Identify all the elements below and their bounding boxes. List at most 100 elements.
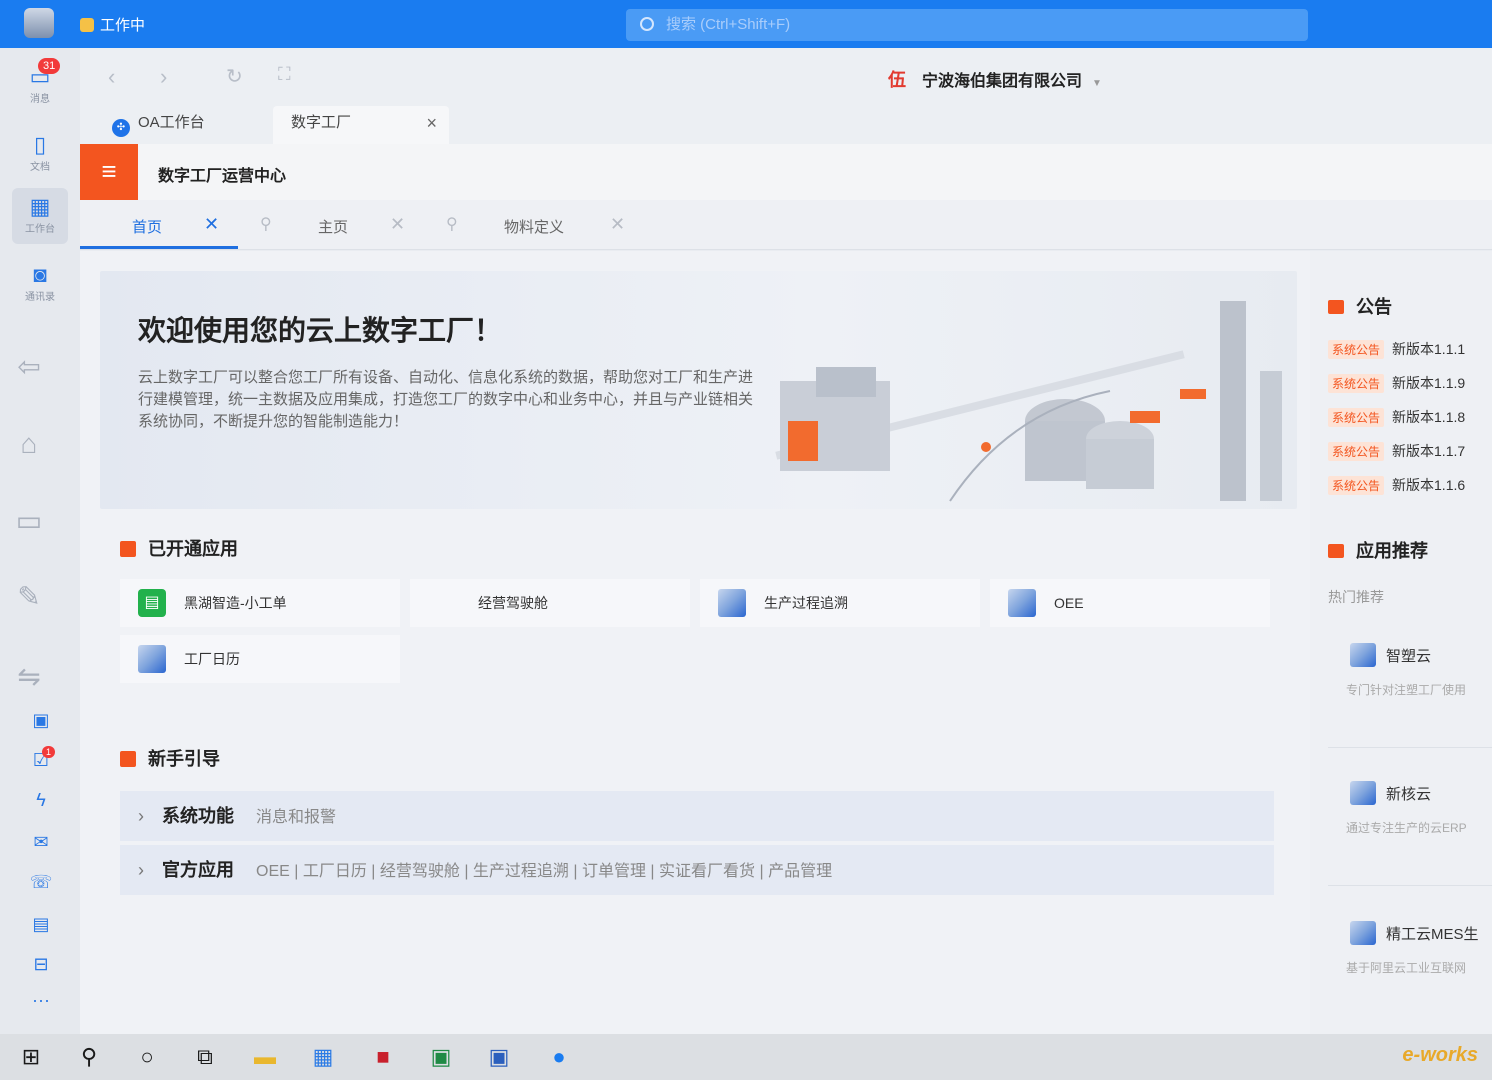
tab-oa-workbench[interactable]: ✣ OA工作台 bbox=[98, 106, 268, 144]
chevron-right-icon: › bbox=[138, 806, 144, 826]
notice-item[interactable]: 系统公告 新版本1.1.8 bbox=[1328, 407, 1465, 427]
app-icon bbox=[138, 645, 166, 673]
page-tabs: 首页 ✕ ⚲ 主页 ✕ ⚲ 物料定义 ✕ bbox=[80, 200, 1492, 250]
nav-bar: ‹ › ↻ ⛶ 伍宁波海伯集团有限公司 ▼ bbox=[80, 48, 1492, 106]
app-card-factory-calendar[interactable]: 工厂日历 bbox=[120, 635, 400, 683]
app-icon bbox=[1008, 589, 1036, 617]
tab-home[interactable]: 首页 bbox=[132, 216, 162, 237]
right-panel: 公告 系统公告 新版本1.1.1 系统公告 新版本1.1.9 系统公告 新版本1.1.… bbox=[1310, 251, 1492, 1034]
divider bbox=[1328, 747, 1492, 748]
active-tab-indicator bbox=[80, 246, 238, 249]
apps-icon bbox=[120, 541, 136, 557]
company-logo-icon: 伍 bbox=[888, 70, 906, 90]
phone-icon[interactable]: ☏ bbox=[28, 872, 54, 898]
os-taskbar: ⊞ ⚲ ○ ⧉ ▬ ▦ ■ ▣ ▣ ● e-works bbox=[0, 1034, 1492, 1080]
divider bbox=[1328, 885, 1492, 886]
page-title: 数字工厂运营中心 bbox=[158, 168, 287, 185]
app-header: ≡ 数字工厂运营中心 bbox=[80, 144, 1492, 200]
notice-item[interactable]: 系统公告 新版本1.1.7 bbox=[1328, 441, 1465, 461]
tab-main[interactable]: 主页 bbox=[318, 216, 348, 237]
calculator-icon[interactable]: ▦ bbox=[308, 1042, 338, 1072]
document-icon: ▯ bbox=[33, 132, 47, 157]
hamburger-menu-icon[interactable]: ≡ bbox=[80, 144, 138, 200]
company-switcher[interactable]: 伍宁波海伯集团有限公司 ▼ bbox=[888, 66, 1102, 91]
oa-icon: ✣ bbox=[112, 119, 130, 137]
solidworks-icon[interactable]: ■ bbox=[368, 1042, 398, 1072]
app-icon: ▤ bbox=[138, 589, 166, 617]
notice-title: 公告 bbox=[1328, 293, 1392, 319]
mail-icon[interactable]: ✉ bbox=[28, 832, 54, 858]
close-icon[interactable]: ✕ bbox=[610, 214, 625, 235]
close-icon[interactable]: ✕ bbox=[204, 214, 219, 235]
todo-badge: 1 bbox=[42, 746, 56, 758]
apps-section-title: 已开通应用 bbox=[120, 535, 238, 561]
app-icon bbox=[1350, 921, 1376, 945]
pin-icon[interactable]: ⚲ bbox=[260, 214, 272, 234]
title-bar: 工作中 搜索 (Ctrl+Shift+F) bbox=[0, 0, 1492, 48]
excel-icon[interactable]: ▣ bbox=[426, 1042, 456, 1072]
search-icon bbox=[640, 17, 654, 31]
refresh-icon[interactable]: ↻ bbox=[226, 64, 243, 89]
todo-icon[interactable]: ☑ 1 bbox=[28, 746, 56, 776]
calendar-icon[interactable]: ▣ bbox=[28, 710, 54, 736]
rail-item-contacts[interactable]: ◙ 通讯录 bbox=[12, 256, 68, 312]
app-icon bbox=[1350, 643, 1376, 667]
app-card-cockpit[interactable]: 经营驾驶舱 bbox=[410, 579, 690, 627]
unread-badge: 31 bbox=[38, 58, 61, 74]
windows-start-icon[interactable]: ⊞ bbox=[16, 1042, 46, 1072]
car-icon[interactable]: ⇋ bbox=[12, 660, 46, 694]
back-icon[interactable]: ‹ bbox=[108, 64, 115, 90]
app-card-traceability[interactable]: 生产过程追溯 bbox=[700, 579, 980, 627]
status-icon bbox=[80, 18, 94, 32]
banner-title: 欢迎使用您的云上数字工厂！ bbox=[138, 315, 503, 346]
guide-row-official-apps[interactable]: › 官方应用 OEE | 工厂日历 | 经营驾驶舱 | 生产过程追溯 | 订单管理 … bbox=[120, 845, 1274, 895]
recommend-card[interactable]: 智塑云 专门针对注塑工厂使用 bbox=[1328, 639, 1492, 759]
file-explorer-icon[interactable]: ▬ bbox=[250, 1042, 280, 1072]
rail-item-workbench[interactable]: ▦ 工作台 bbox=[12, 188, 68, 244]
notice-icon bbox=[1328, 300, 1344, 314]
app-card-oee[interactable]: OEE bbox=[990, 579, 1270, 627]
welcome-banner: 欢迎使用您的云上数字工厂！ 云上数字工厂可以整合您工厂所有设备、自动化、信息化系… bbox=[100, 271, 1297, 509]
tab-digital-factory[interactable]: 数字工厂 × bbox=[273, 106, 449, 144]
pencil-icon[interactable]: ✎ bbox=[12, 580, 46, 614]
main-content: 欢迎使用您的云上数字工厂！ 云上数字工厂可以整合您工厂所有设备、自动化、信息化系… bbox=[80, 251, 1310, 1034]
lightning-icon[interactable]: ϟ bbox=[28, 790, 54, 816]
avatar[interactable] bbox=[24, 8, 54, 38]
form-icon[interactable]: ▤ bbox=[28, 914, 54, 940]
rail-item-messages[interactable]: ▭ 消息 31 bbox=[12, 58, 68, 114]
contacts-icon: ◙ bbox=[33, 262, 47, 287]
search-icon[interactable]: ⚲ bbox=[74, 1042, 104, 1072]
recommend-card[interactable]: 精工云MES生 基于阿里云工业互联网 bbox=[1328, 917, 1492, 1037]
fullscreen-icon[interactable]: ⛶ bbox=[278, 64, 291, 85]
back-arrow-icon[interactable]: ⇦ bbox=[12, 350, 46, 384]
grid-icon: ▦ bbox=[29, 194, 51, 219]
global-search-input[interactable]: 搜索 (Ctrl+Shift+F) bbox=[626, 9, 1308, 41]
app-icon bbox=[718, 589, 746, 617]
presence-status[interactable]: 工作中 bbox=[80, 14, 145, 35]
guide-icon bbox=[120, 751, 136, 767]
recommend-card[interactable]: 新核云 通过专注生产的云ERP bbox=[1328, 777, 1492, 897]
word-icon[interactable]: ▣ bbox=[484, 1042, 514, 1072]
rail-item-docs[interactable]: ▯ 文档 bbox=[12, 126, 68, 182]
close-icon[interactable]: × bbox=[426, 106, 437, 140]
lark-app-icon[interactable]: ● bbox=[544, 1042, 574, 1072]
pin-icon[interactable]: ⚲ bbox=[446, 214, 458, 234]
banner-text: 云上数字工厂可以整合您工厂所有设备、自动化、信息化系统的数据，帮助您对工厂和生产… bbox=[138, 369, 754, 430]
app-card-heihu[interactable]: ▤ 黑湖智造-小工单 bbox=[120, 579, 400, 627]
chevron-down-icon: ▼ bbox=[1092, 78, 1102, 89]
chevron-right-icon: › bbox=[138, 860, 144, 880]
forward-icon[interactable]: › bbox=[160, 64, 167, 90]
app-tabs: ✣ OA工作台 数字工厂 × bbox=[80, 106, 1492, 144]
notice-item[interactable]: 系统公告 新版本1.1.1 bbox=[1328, 339, 1465, 359]
tab-material-definition[interactable]: 物料定义 bbox=[504, 216, 564, 237]
notice-item[interactable]: 系统公告 新版本1.1.6 bbox=[1328, 475, 1465, 495]
cortana-icon[interactable]: ○ bbox=[132, 1042, 162, 1072]
home-icon[interactable]: ⌂ bbox=[12, 428, 46, 462]
more-icon[interactable]: ··· bbox=[28, 990, 54, 1016]
notice-item[interactable]: 系统公告 新版本1.1.9 bbox=[1328, 373, 1465, 393]
box-icon[interactable]: ⊟ bbox=[28, 954, 54, 980]
task-view-icon[interactable]: ⧉ bbox=[190, 1042, 220, 1072]
guide-row-system[interactable]: › 系统功能 消息和报警 bbox=[120, 791, 1274, 841]
window-icon[interactable]: ▭ bbox=[12, 504, 46, 538]
close-icon[interactable]: ✕ bbox=[390, 214, 405, 235]
